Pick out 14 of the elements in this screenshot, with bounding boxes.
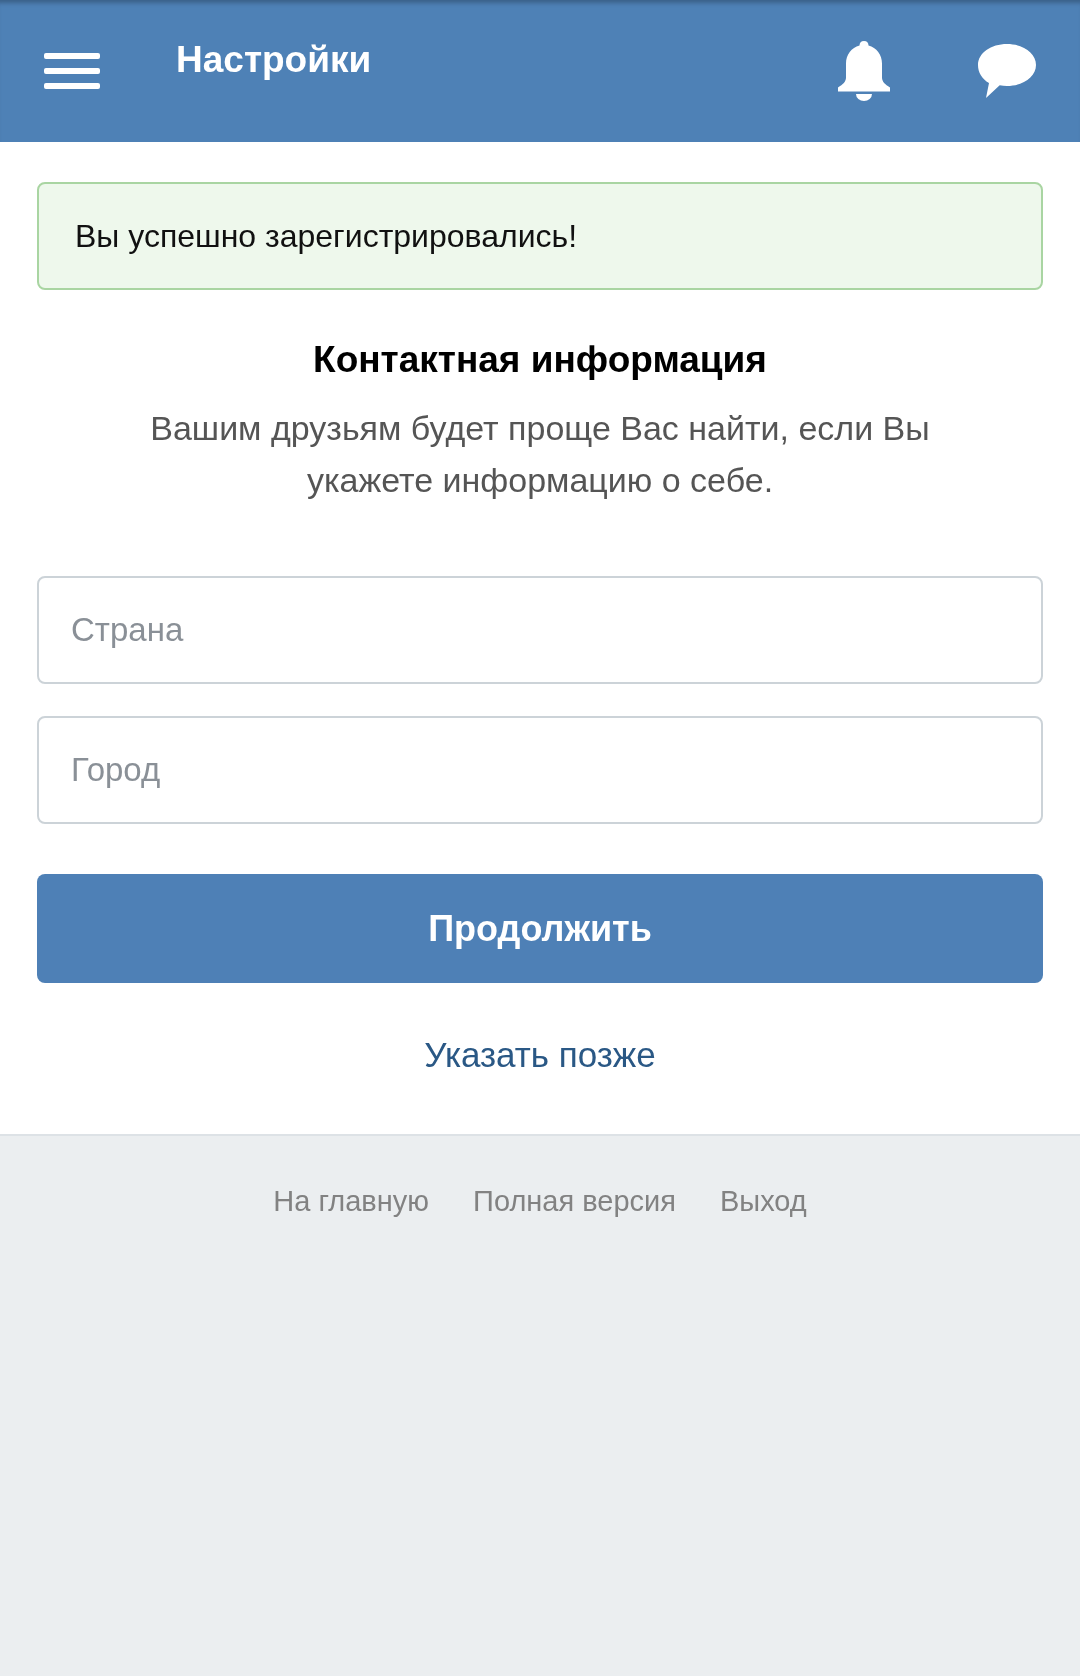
section-heading: Контактная информация <box>312 338 768 382</box>
success-alert: Вы успешно зарегистрировались! <box>37 182 1043 290</box>
footer-link[interactable]: На главную <box>273 1179 430 1224</box>
input-field[interactable]: Страна <box>37 576 1043 685</box>
input-field[interactable]: Город <box>37 716 1043 825</box>
footer-link[interactable]: Выход <box>719 1179 807 1224</box>
footer-link[interactable]: Полная версия <box>473 1179 676 1224</box>
page-title: Настройки <box>176 38 372 83</box>
notification-bell-icon[interactable] <box>836 41 892 101</box>
menu-icon[interactable] <box>44 53 100 89</box>
chat-bubble-icon[interactable] <box>978 44 1036 98</box>
skip-link[interactable]: Указать позже <box>424 1029 656 1082</box>
continue-button[interactable]: Продолжить <box>37 874 1043 984</box>
section-description: Вашим друзьям будет проще Вас найти, если Вы укажете информацию о себе. <box>149 408 931 502</box>
